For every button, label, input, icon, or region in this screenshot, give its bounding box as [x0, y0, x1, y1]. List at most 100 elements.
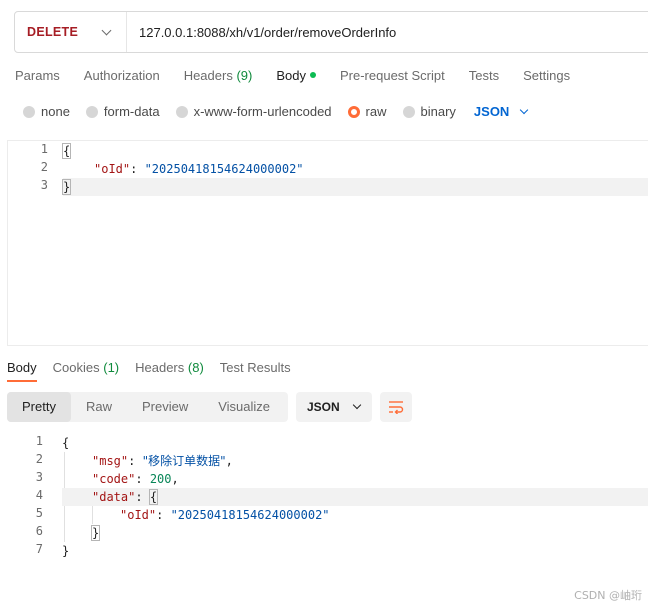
- code-line: "msg": "移除订单数据",: [92, 452, 233, 470]
- tab-label: Pre-request Script: [339, 68, 445, 83]
- tab-params[interactable]: Params: [15, 68, 60, 83]
- tab-count: (8): [187, 360, 204, 375]
- json-key: "code": [92, 472, 136, 486]
- line-number: 3: [35, 470, 43, 484]
- json-colon: :: [135, 472, 150, 486]
- tab-response-headers[interactable]: Headers (8): [135, 360, 204, 382]
- radio-label: form-data: [103, 104, 160, 119]
- open-brace: {: [62, 436, 70, 450]
- method-label: DELETE: [27, 25, 79, 39]
- chevron-down-icon: [101, 25, 112, 35]
- json-comma: ,: [225, 454, 233, 468]
- code-line: "data": {: [62, 488, 648, 506]
- radio-label: none: [41, 104, 70, 119]
- view-visualize-button[interactable]: Visualize: [203, 392, 285, 422]
- response-body-viewer: 1 2 3 4 5 6 7 { "msg": "移除订单数据", "code":…: [0, 432, 648, 562]
- tab-label: Body: [276, 68, 306, 83]
- json-colon: :: [130, 162, 145, 176]
- format-label: JSON: [307, 400, 340, 414]
- tab-body[interactable]: Body: [276, 68, 316, 83]
- radio-icon: [175, 105, 188, 118]
- response-format-select[interactable]: JSON: [296, 392, 372, 422]
- view-preview-button[interactable]: Preview: [127, 392, 203, 422]
- view-pretty-button[interactable]: Pretty: [7, 392, 71, 422]
- line-number: 7: [35, 542, 43, 556]
- json-colon: :: [135, 490, 150, 504]
- indent-guide: [92, 506, 93, 524]
- radio-icon: [23, 105, 35, 118]
- line-number: 5: [35, 506, 43, 520]
- radio-label: binary: [420, 104, 456, 119]
- radio-icon: [402, 105, 415, 118]
- tab-label: Tests: [468, 68, 500, 83]
- line-number: 3: [40, 178, 48, 192]
- line-number: 1: [35, 434, 43, 448]
- tab-label: Authorization: [83, 68, 160, 83]
- tab-cookies[interactable]: Cookies (1): [53, 360, 119, 382]
- code-line: "oId": "20250418154624000002": [120, 506, 330, 524]
- code-line: {: [61, 142, 72, 160]
- line-number: 2: [35, 452, 43, 466]
- line-number: 6: [35, 524, 43, 538]
- wrap-lines-button[interactable]: [380, 392, 412, 422]
- chevron-down-icon: [520, 105, 529, 114]
- radio-urlencoded[interactable]: x-www-form-urlencoded: [175, 104, 332, 119]
- format-label: JSON: [473, 104, 510, 119]
- line-number: 2: [40, 160, 48, 174]
- open-brace: {: [61, 143, 72, 159]
- tab-tests[interactable]: Tests: [469, 68, 499, 83]
- json-value: "20250418154624000002": [170, 508, 330, 522]
- radio-checked-icon: [347, 105, 360, 118]
- watermark: CSDN @岫珩: [574, 589, 642, 602]
- tab-label: Cookies: [52, 360, 100, 375]
- view-raw-button[interactable]: Raw: [71, 392, 127, 422]
- body-type-options: none form-data x-www-form-urlencoded raw…: [23, 104, 529, 119]
- json-value: "移除订单数据": [142, 454, 226, 468]
- radio-none[interactable]: none: [23, 104, 70, 119]
- json-key: "data": [92, 490, 136, 504]
- tab-count: (1): [103, 360, 120, 375]
- close-brace: }: [61, 179, 72, 195]
- tab-label: Params: [15, 68, 60, 83]
- radio-label: x-www-form-urlencoded: [193, 104, 332, 119]
- tab-label: Headers: [183, 68, 233, 83]
- line-number: 1: [40, 142, 48, 156]
- radio-form-data[interactable]: form-data: [85, 104, 160, 119]
- code-line: }: [62, 542, 69, 560]
- tab-settings[interactable]: Settings: [523, 68, 570, 83]
- modified-dot-icon: [309, 72, 316, 78]
- tab-label: Headers: [135, 360, 185, 375]
- view-mode-control: Pretty Raw Preview Visualize: [7, 392, 288, 422]
- json-value: "20250418154624000002": [144, 162, 304, 176]
- line-number: 4: [35, 488, 43, 502]
- response-tabs: Body Cookies (1) Headers (8) Test Result…: [7, 360, 307, 382]
- json-value: 200: [149, 472, 172, 486]
- radio-raw[interactable]: raw: [347, 104, 387, 119]
- raw-format-select[interactable]: JSON: [473, 104, 529, 119]
- request-tabs: Params Authorization Headers (9) Body Pr…: [15, 68, 594, 83]
- code-line: "code": 200,: [92, 470, 179, 488]
- close-brace: }: [62, 544, 70, 558]
- url-bar: DELETE 127.0.0.1:8088/xh/v1/order/remove…: [14, 11, 648, 53]
- code-line: "oId": "20250418154624000002": [94, 160, 304, 178]
- url-input[interactable]: 127.0.0.1:8088/xh/v1/order/removeOrderIn…: [127, 25, 396, 40]
- tab-response-body[interactable]: Body: [7, 360, 37, 382]
- json-colon: :: [156, 508, 171, 522]
- radio-binary[interactable]: binary: [402, 104, 456, 119]
- tab-label: Settings: [523, 68, 571, 83]
- tab-headers[interactable]: Headers (9): [184, 68, 253, 83]
- json-key: "msg": [92, 454, 129, 468]
- close-brace: }: [90, 525, 101, 541]
- tab-authorization[interactable]: Authorization: [84, 68, 160, 83]
- json-key: "oId": [94, 162, 131, 176]
- open-brace: {: [148, 489, 159, 505]
- code-line: }: [61, 178, 648, 196]
- request-body-editor[interactable]: 1 2 3 { "oId": "20250418154624000002" }: [7, 140, 648, 346]
- tab-test-results[interactable]: Test Results: [220, 360, 291, 382]
- method-select[interactable]: DELETE: [15, 12, 127, 52]
- json-comma: ,: [171, 472, 179, 486]
- tab-count: (9): [236, 68, 253, 83]
- json-colon: :: [128, 454, 143, 468]
- tab-pre-request-script[interactable]: Pre-request Script: [340, 68, 445, 83]
- wrap-lines-icon: [389, 401, 404, 414]
